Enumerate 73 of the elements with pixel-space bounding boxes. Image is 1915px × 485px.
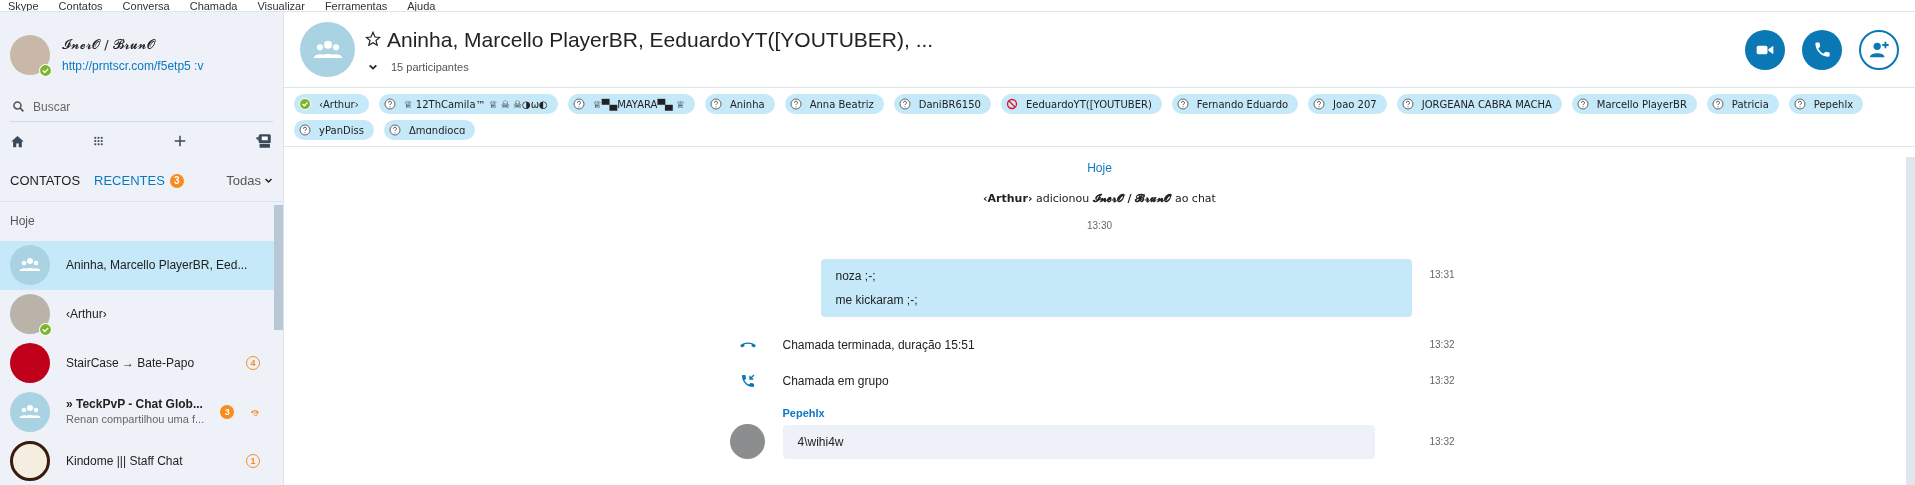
conversation-item[interactable]: Kindome ||| Staff Chat 1 — [0, 436, 274, 485]
avatar — [10, 35, 50, 76]
message-time: 13:30 — [1087, 218, 1112, 233]
bot-icon — [255, 132, 273, 151]
home-icon — [10, 133, 25, 149]
video-call-button[interactable] — [1745, 29, 1785, 70]
profile-name: 𝓘𝓷𝓮𝓻𝓞 / 𝓑𝓻𝓾𝓷𝓞 — [62, 36, 157, 55]
participant-chip[interactable]: ♕ 12ThCamila™ ♕ ☠ ☠◑ω◐ — [378, 94, 558, 114]
conversation-item[interactable]: StairCase → Bate-Papo 4 — [0, 338, 274, 388]
menu-item[interactable]: Chamada — [189, 0, 238, 11]
conversation-title: Aninha, Marcello PlayerBR, EeduardoYT([YOUTUBER), ... — [387, 26, 934, 53]
sender-name: Pepehlx — [782, 405, 825, 421]
search-field[interactable]: Buscar — [33, 97, 233, 116]
participant-chip[interactable]: Joao 207 — [1308, 94, 1387, 114]
chevron-down-icon — [264, 176, 273, 186]
participant-chip[interactable]: Δmɑndiocɑ — [383, 120, 476, 140]
participant-chip[interactable]: Fernando Eduardo — [1171, 94, 1299, 114]
dialpad-icon — [93, 135, 105, 147]
participant-chip[interactable]: ♕▀▄MAYARA▀▄ ♕ — [567, 94, 695, 114]
participant-count: 15 participantes — [391, 60, 469, 75]
unread-count: 3 — [220, 404, 235, 419]
menu-item[interactable]: Conversa — [122, 0, 170, 11]
message-time: 13:31 — [1429, 267, 1456, 282]
call-button[interactable] — [1802, 29, 1842, 70]
message-time: 13:32 — [1429, 435, 1456, 449]
conversation-name: ‹Arthur› — [66, 306, 107, 323]
participant-chip[interactable]: ‹Arthur› — [294, 94, 369, 114]
phone-icon — [1812, 40, 1832, 59]
participant-chip[interactable]: Pepehlx — [1788, 94, 1864, 114]
add-participant-button[interactable] — [1859, 29, 1899, 70]
date-separator: Hoje — [1087, 160, 1112, 177]
conversation-item[interactable]: Aninha, Marcello PlayerBR, Eed... — [0, 240, 274, 290]
message-text: me kickaram ;-; — [835, 291, 919, 309]
participant-chip[interactable]: yPanDiss — [294, 120, 374, 140]
filter-dropdown[interactable]: Todas — [226, 171, 273, 191]
conversation-name: » TeckPvP - Chat Glob... — [66, 396, 204, 413]
search-icon — [12, 100, 25, 114]
message-time: 13:32 — [1429, 374, 1456, 388]
incoming-call-icon — [739, 372, 756, 389]
section-label: Hoje — [9, 213, 36, 231]
favorite-button[interactable] — [365, 31, 381, 48]
participant-chip[interactable]: Aninha — [704, 94, 775, 114]
conversation-item[interactable]: » TeckPvP - Chat Glob... Renan compartilhou uma f... 3 — [0, 387, 274, 437]
message-time: 13:32 — [1429, 338, 1456, 352]
unread-count: 3 — [169, 173, 184, 188]
conversation-name: Aninha, Marcello PlayerBR, Eed... — [66, 257, 248, 274]
participant-chip[interactable]: EeduardoYT([YOUTUBER) — [1000, 94, 1162, 114]
message-text: 4\wihi4w — [797, 433, 845, 451]
message-preview: Renan compartilhou uma f... — [66, 412, 205, 428]
call-event: Chamada em grupo — [782, 372, 890, 390]
conversation-name: StairCase → Bate-Papo — [66, 354, 195, 371]
conversation-name: Kindome ||| Staff Chat — [66, 452, 183, 469]
menu-item[interactable]: Ferramentas — [324, 0, 388, 11]
participant-chip[interactable]: Marcello PlayerBR — [1571, 94, 1697, 114]
star-icon — [365, 31, 381, 48]
list-tab[interactable]: RECENTES 3 — [94, 171, 184, 191]
participant-chip[interactable]: DaniBR6150 — [893, 94, 991, 114]
scrollbar[interactable] — [274, 205, 283, 330]
avatar — [729, 424, 765, 459]
system-message: ‹Arthur› adicionou 𝓘𝓷𝓮𝓻𝓞 / 𝓑𝓻𝓾𝓷𝓞 ao chat — [983, 191, 1216, 207]
menu-item[interactable]: Contatos — [58, 0, 103, 11]
mood-message[interactable]: http://prntscr.com/f5etp5 :v — [62, 56, 204, 75]
call-event: Chamada terminada, duração 15:51 — [782, 336, 976, 354]
menu-item[interactable]: Visualizar — [257, 0, 305, 11]
hang-up-icon — [739, 341, 756, 348]
list-tab[interactable]: CONTATOS — [10, 171, 81, 191]
participant-chip[interactable]: JORGEANA CABRA MACHA — [1396, 94, 1562, 114]
plus-icon — [172, 134, 187, 149]
participant-chip[interactable]: Anna Beatriz — [784, 94, 884, 114]
participant-chip[interactable]: Patricia — [1706, 94, 1779, 114]
message-text: noza ;-; — [835, 267, 877, 285]
conversation-item[interactable]: ‹Arthur› — [0, 289, 274, 339]
scrollbar[interactable] — [1906, 157, 1915, 485]
